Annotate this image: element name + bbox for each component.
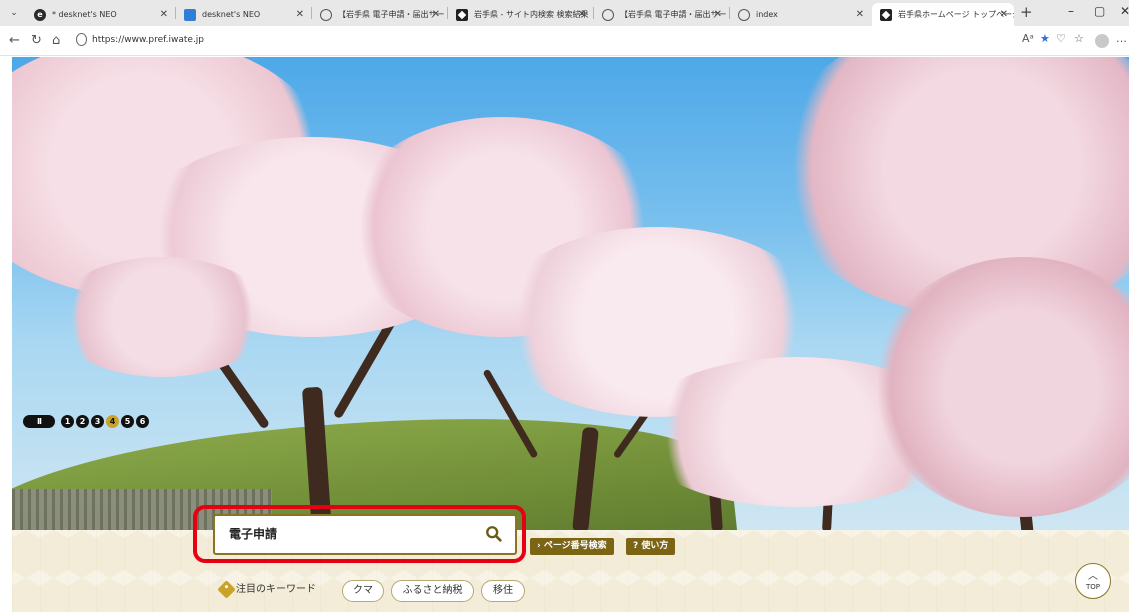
read-aloud-icon[interactable]: Aᵃ xyxy=(1022,32,1034,45)
browser-essentials-icon[interactable]: ♡ xyxy=(1056,32,1066,45)
url-text: https://www.pref.iwate.jp xyxy=(92,35,205,45)
tab-e-application-2[interactable]: 【岩手県 電子申請・届出サービス】利 ✕ xyxy=(594,3,728,26)
page-number-search-button[interactable]: › ページ番号検索 xyxy=(530,538,614,555)
keyword-bear[interactable]: クマ xyxy=(342,580,384,602)
top-label: TOP xyxy=(1085,583,1100,591)
refresh-icon[interactable]: ↻ xyxy=(31,33,42,48)
slide-dot-2[interactable]: 2 xyxy=(76,415,89,428)
close-window-button[interactable]: ✕ xyxy=(1120,4,1129,18)
browser-tab-strip: ⌄ e * desknet's NEO ✕ desknet's NEO ✕ 【岩… xyxy=(0,0,1129,26)
minimize-button[interactable]: – xyxy=(1068,4,1074,18)
globe-icon xyxy=(320,9,332,21)
pause-button[interactable]: II xyxy=(23,415,55,428)
tab-desknets-neo-2[interactable]: desknet's NEO ✕ xyxy=(176,3,310,26)
iwate-icon xyxy=(880,9,892,21)
close-tab-icon[interactable]: ✕ xyxy=(160,3,168,26)
site-info-icon[interactable] xyxy=(76,33,87,46)
tab-label: 【岩手県 電子申請・届出サービス】利 xyxy=(620,10,728,19)
tab-label: * desknet's NEO xyxy=(52,10,117,19)
home-icon[interactable]: ⌂ xyxy=(52,33,60,48)
slide-dot-5[interactable]: 5 xyxy=(121,415,134,428)
tab-label: index xyxy=(756,10,778,19)
tab-label: desknet's NEO xyxy=(202,10,261,19)
favorite-star-icon[interactable]: ★ xyxy=(1040,32,1050,45)
close-tab-icon[interactable]: ✕ xyxy=(714,3,722,26)
slide-dot-6[interactable]: 6 xyxy=(136,415,149,428)
hero-slideshow-image: II 1 2 3 4 5 6 xyxy=(12,57,1129,530)
chevron-right-icon: › xyxy=(537,541,541,551)
more-menu-icon[interactable]: … xyxy=(1116,32,1127,45)
tab-label: 岩手県 - サイト内検索 検索結果 xyxy=(474,10,589,19)
how-to-use-button[interactable]: ? 使い方 xyxy=(626,538,676,555)
back-to-top-button[interactable]: ︿ TOP xyxy=(1075,563,1111,599)
tab-label: 【岩手県 電子申請・届出サービス】申請 xyxy=(338,10,446,19)
favorites-icon[interactable]: ☆ xyxy=(1074,32,1084,45)
desknets-icon xyxy=(184,9,196,21)
tab-actions-menu-icon[interactable]: ⌄ xyxy=(6,6,22,20)
globe-icon xyxy=(738,9,750,21)
keyword-migration[interactable]: 移住 xyxy=(481,580,525,602)
back-arrow-icon[interactable]: ← xyxy=(9,33,20,48)
site-search-input[interactable]: 電子申請 xyxy=(213,514,517,555)
profile-avatar[interactable] xyxy=(1095,34,1109,48)
page-number-search-label: ページ番号検索 xyxy=(543,541,607,551)
restore-button[interactable]: ▢ xyxy=(1094,4,1105,18)
iwate-icon xyxy=(456,9,468,21)
keyword-furusato-tax[interactable]: ふるさと納税 xyxy=(391,580,474,602)
edge-icon: e xyxy=(34,9,46,21)
slide-dot-3[interactable]: 3 xyxy=(91,415,104,428)
tab-index[interactable]: index ✕ xyxy=(730,3,870,26)
close-tab-icon[interactable]: ✕ xyxy=(432,3,440,26)
search-icon[interactable] xyxy=(485,525,503,543)
how-to-use-label: 使い方 xyxy=(641,541,669,551)
tab-desknets-neo-1[interactable]: e * desknet's NEO ✕ xyxy=(26,3,174,26)
tab-label: 岩手県ホームページ トップページ xyxy=(898,10,1014,19)
featured-keywords-label: 注目のキーワード xyxy=(236,584,316,595)
question-icon: ? xyxy=(633,541,639,551)
tab-site-search[interactable]: 岩手県 - サイト内検索 検索結果 ✕ xyxy=(448,3,592,26)
slide-dot-1[interactable]: 1 xyxy=(61,415,74,428)
address-bar[interactable]: https://www.pref.iwate.jp xyxy=(72,31,1022,50)
slide-dot-4-active[interactable]: 4 xyxy=(106,415,119,428)
chevron-up-icon: ︿ xyxy=(1088,571,1098,582)
search-input-value: 電子申請 xyxy=(229,527,278,541)
close-tab-icon[interactable]: ✕ xyxy=(296,3,304,26)
address-toolbar: ← ↻ ⌂ https://www.pref.iwate.jp Aᵃ ★ ♡ ☆… xyxy=(0,26,1129,56)
globe-icon xyxy=(602,9,614,21)
tab-iwate-top-active[interactable]: 岩手県ホームページ トップページ ✕ xyxy=(872,3,1014,26)
close-tab-icon[interactable]: ✕ xyxy=(578,3,586,26)
new-tab-button[interactable]: + xyxy=(1020,3,1033,21)
tab-e-application-1[interactable]: 【岩手県 電子申請・届出サービス】申請 ✕ xyxy=(312,3,446,26)
close-tab-icon[interactable]: ✕ xyxy=(1000,3,1008,26)
close-tab-icon[interactable]: ✕ xyxy=(856,3,864,26)
